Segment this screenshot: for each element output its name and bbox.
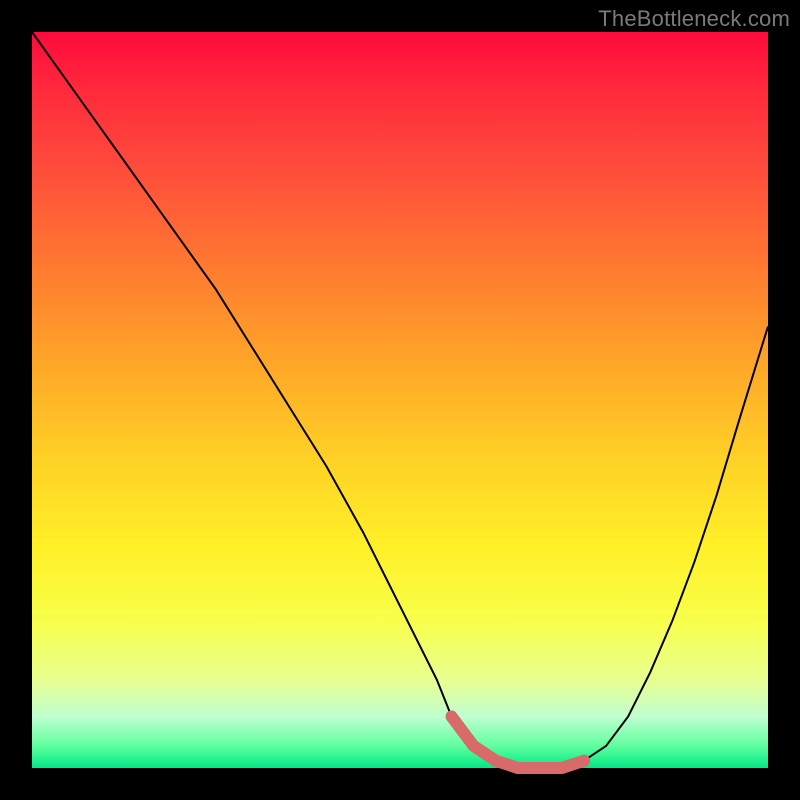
- chart-frame: TheBottleneck.com: [0, 0, 800, 800]
- plot-area: [32, 32, 768, 768]
- curve-highlight: [452, 716, 584, 768]
- curve-line: [32, 32, 768, 768]
- watermark-label: TheBottleneck.com: [598, 6, 790, 32]
- bottleneck-curve: [32, 32, 768, 768]
